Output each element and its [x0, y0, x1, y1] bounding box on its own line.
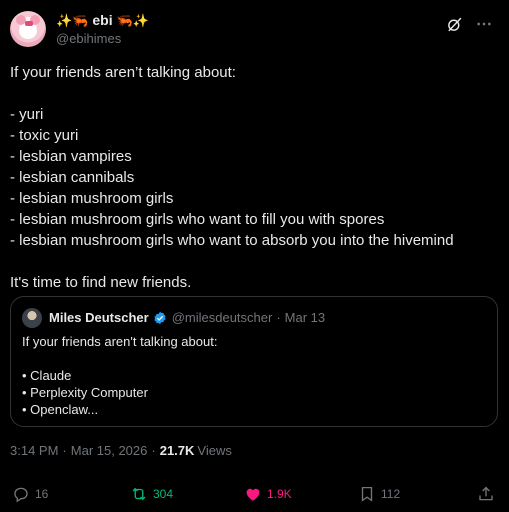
author-avatar[interactable]: [10, 11, 46, 47]
share-icon: [479, 486, 493, 501]
tweet-list-item: - yuri: [10, 106, 44, 123]
tweet-time[interactable]: 3:14 PM: [10, 443, 58, 458]
repost-count: 304: [153, 487, 174, 501]
quoted-tweet-text: If your friends aren't talking about: • …: [22, 333, 217, 418]
quoted-list-item: • Claude: [22, 368, 72, 383]
quoted-intro: If your friends aren't talking about:: [22, 334, 218, 349]
separator-dot: ·: [276, 310, 281, 325]
sparkle-emoji: ✨: [56, 12, 73, 28]
quoted-tweet-date[interactable]: Mar 13: [285, 310, 325, 325]
quoted-list-item: • Perplexity Computer: [22, 385, 148, 400]
separator-dot: ·: [62, 443, 67, 458]
quoted-author-name[interactable]: Miles Deutscher: [49, 310, 149, 325]
tweet-list-item: - toxic yuri: [10, 127, 79, 144]
tweet-date[interactable]: Mar 15, 2026: [71, 443, 148, 458]
quoted-tweet[interactable]: Miles Deutscher @milesdeutscher · Mar 13…: [10, 296, 498, 427]
tweet-intro: If your friends aren’t talking about:: [10, 64, 236, 81]
grok-icon[interactable]: [445, 15, 463, 33]
tweet-list-item: - lesbian cannibals: [10, 169, 135, 186]
tweet-list-item: - lesbian mushroom girls who want to abs…: [10, 232, 454, 249]
views-count[interactable]: 21.7K: [160, 443, 195, 458]
views-label: Views: [197, 443, 232, 458]
tweet: ✨ 🦐 ebi 🦐 ✨ @ebihimes If your friends ar…: [0, 0, 509, 512]
bookmark-button[interactable]: 112: [358, 485, 400, 503]
bookmark-count: 112: [381, 487, 401, 501]
share-button[interactable]: [477, 485, 495, 503]
like-button[interactable]: 1.9K: [244, 485, 292, 503]
reply-count: 16: [35, 487, 49, 501]
sparkle-emoji: ✨: [132, 12, 149, 28]
quoted-list-item: • Openclaw...: [22, 402, 99, 417]
tweet-outro: It's time to find new friends.: [10, 274, 192, 291]
quoted-tweet-header: Miles Deutscher @milesdeutscher · Mar 13: [49, 310, 325, 325]
shrimp-emoji: 🦐: [72, 12, 89, 28]
tweet-header: ✨ 🦐 ebi 🦐 ✨ @ebihimes: [10, 8, 499, 50]
quoted-author-avatar[interactable]: [22, 308, 42, 328]
verified-badge-icon: [154, 311, 166, 324]
author-display-name[interactable]: ebi: [92, 12, 112, 28]
repost-button[interactable]: 304: [130, 485, 173, 503]
author-name-row[interactable]: ✨ 🦐 ebi 🦐 ✨: [56, 12, 149, 28]
repost-icon: [132, 487, 146, 501]
tweet-meta: 3:14 PM · Mar 15, 2026 · 21.7K Views: [10, 443, 232, 458]
tweet-list-item: - lesbian mushroom girls who want to fil…: [10, 211, 385, 228]
tweet-list-item: - lesbian vampires: [10, 148, 132, 165]
heart-icon: [246, 488, 260, 501]
action-bar: 16 304 1.9K 112: [12, 485, 495, 507]
header-icons: [445, 15, 493, 33]
reply-icon: [14, 487, 28, 503]
reply-button[interactable]: 16: [12, 485, 48, 503]
shrimp-emoji: 🦐: [116, 12, 133, 28]
like-count: 1.9K: [267, 487, 292, 501]
author-handle[interactable]: @ebihimes: [56, 31, 121, 46]
quoted-author-handle[interactable]: @milesdeutscher: [172, 310, 273, 325]
bookmark-icon: [361, 486, 373, 502]
tweet-list-item: - lesbian mushroom girls: [10, 190, 174, 207]
separator-dot: ·: [151, 443, 156, 458]
tweet-text: If your friends aren’t talking about: - …: [10, 62, 500, 293]
more-icon[interactable]: [475, 15, 493, 33]
